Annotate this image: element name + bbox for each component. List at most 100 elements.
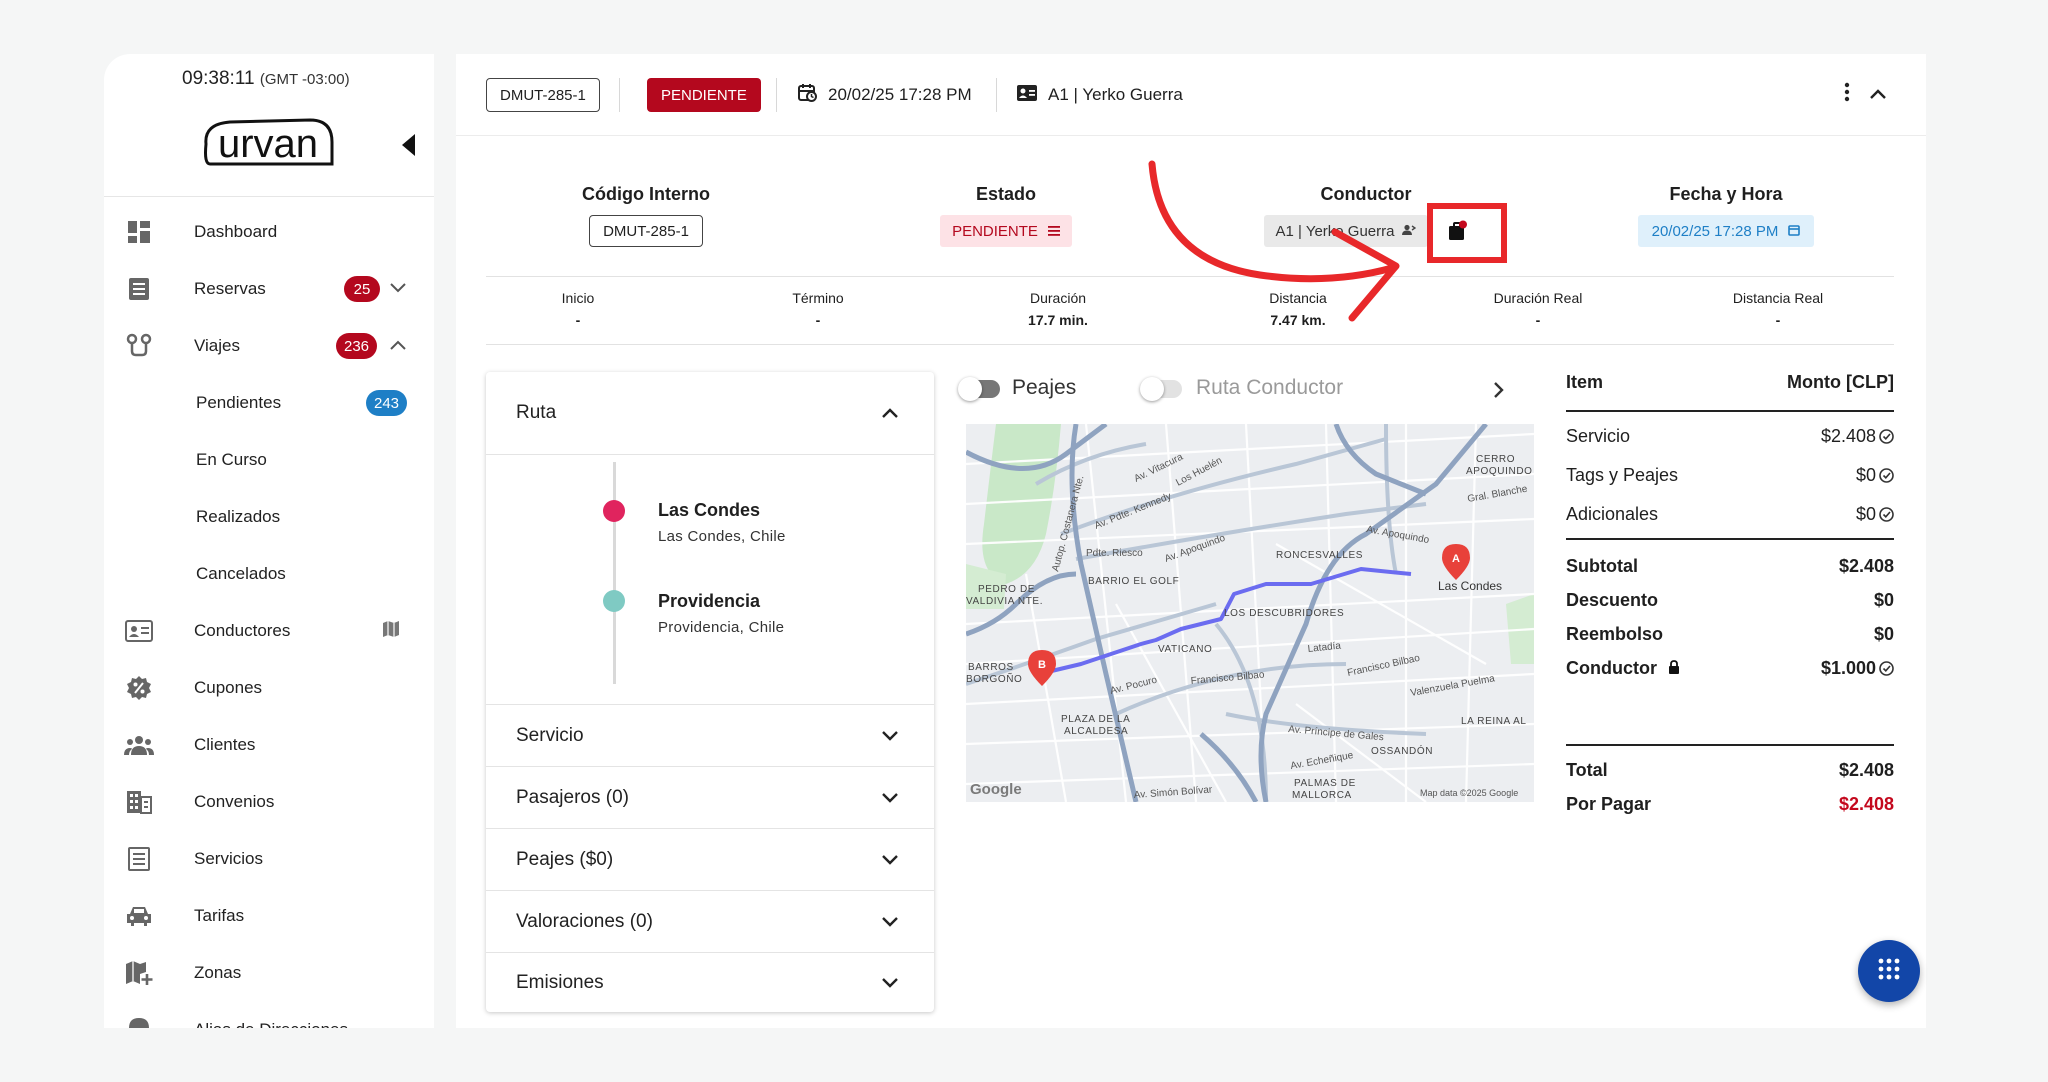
svg-text:A: A <box>1452 553 1460 565</box>
row-value: $0 <box>1873 590 1894 610</box>
sidebar-item-cupones[interactable]: Cupones <box>104 668 434 708</box>
peajes-toggle[interactable] <box>958 377 1000 401</box>
clock-timezone: (GMT -03:00) <box>259 71 350 88</box>
accordion-peajes-header[interactable]: Peajes ($0) <box>486 830 934 890</box>
id-card-icon <box>124 616 154 646</box>
sidebar-item-label: Cancelados <box>196 564 286 583</box>
divider <box>1566 538 1894 540</box>
more-vert-icon[interactable] <box>1844 82 1850 107</box>
chevron-down-icon[interactable] <box>390 280 406 298</box>
sidebar: 09:38:11 (GMT -03:00) urvan Dashboard Re… <box>104 54 434 1028</box>
row-value: $1.000 <box>1820 658 1876 678</box>
sidebar-item-alias[interactable]: Alias de Direcciones <box>104 1010 434 1028</box>
check-circle-icon[interactable] <box>1879 506 1894 527</box>
apps-menu-button[interactable] <box>1858 940 1920 1002</box>
row-label: Tags y Peajes <box>1566 465 1679 485</box>
check-circle-icon[interactable] <box>1879 660 1894 681</box>
codigo-interno-chip[interactable]: DMUT-285-1 <box>589 215 703 247</box>
map-label: VATICANO <box>1158 644 1212 655</box>
accordion-pasajeros-header[interactable]: Pasajeros (0) <box>486 768 934 828</box>
divider <box>486 344 1894 345</box>
people-icon <box>124 730 154 760</box>
sidebar-item-reservas[interactable]: Reservas 25 <box>104 269 434 309</box>
trip-datetime-text: 20/02/25 17:28 PM <box>828 85 972 104</box>
stat-value: 7.47 km. <box>1270 312 1326 328</box>
toggle-knob <box>1140 377 1164 401</box>
map-label: Pdte. Riesco <box>1086 548 1143 559</box>
codigo-interno-field: Código Interno DMUT-285-1 <box>466 184 826 247</box>
monto-header: Monto [CLP] <box>1787 372 1894 392</box>
fecha-hora-field: Fecha y Hora 20/02/25 17:28 PM <box>1546 184 1906 247</box>
map-label: ALCALDESA <box>1064 726 1128 737</box>
sidebar-item-viajes[interactable]: Viajes 236 <box>104 326 434 366</box>
route-map[interactable]: A B Av. Vitacura Los Huelén Av. Pdte. Ke… <box>966 424 1534 802</box>
pin-icon <box>124 1015 154 1028</box>
conductor-chip[interactable]: A1 | Yerko Guerra <box>1263 215 1429 247</box>
assign-driver-icon[interactable] <box>1448 220 1468 242</box>
sidebar-item-realizados[interactable]: Realizados <box>104 497 434 537</box>
sidebar-item-label: Tarifas <box>194 906 245 925</box>
row-label: Subtotal <box>1566 556 1638 576</box>
sidebar-item-clientes[interactable]: Clientes <box>104 725 434 765</box>
sidebar-item-servicios[interactable]: Servicios <box>104 839 434 879</box>
destination-marker <box>603 590 625 612</box>
stat-termino: Término - <box>698 290 938 328</box>
dashboard-icon <box>124 217 154 247</box>
row-value: $2.408 <box>1838 556 1894 576</box>
chevron-down-icon <box>882 849 898 871</box>
trip-code-chip[interactable]: DMUT-285-1 <box>486 78 600 112</box>
building-icon <box>124 787 154 817</box>
sidebar-item-en-curso[interactable]: En Curso <box>104 440 434 480</box>
estado-chip[interactable]: PENDIENTE <box>940 215 1072 247</box>
accordion-servicio-header[interactable]: Servicio <box>486 706 934 766</box>
document-icon <box>124 844 154 874</box>
map-label: PALMAS DE <box>1294 778 1356 789</box>
check-circle-icon[interactable] <box>1879 428 1894 449</box>
accordion-valoraciones-header[interactable]: Valoraciones (0) <box>486 892 934 952</box>
stat-label: Duración Real <box>1493 290 1583 306</box>
stat-duracion-real: Duración Real - <box>1418 290 1658 328</box>
sidebar-item-label: Reservas <box>194 279 266 298</box>
sidebar-item-tarifas[interactable]: Tarifas <box>104 896 434 936</box>
map-copyright: Map data ©2025 Google <box>1420 788 1518 798</box>
sidebar-item-conductores[interactable]: Conductores <box>104 611 434 651</box>
accordion-title: Valoraciones (0) <box>516 911 653 932</box>
chevron-up-icon[interactable] <box>390 337 406 355</box>
sidebar-item-label: Servicios <box>194 849 263 868</box>
sidebar-item-cancelados[interactable]: Cancelados <box>104 554 434 594</box>
divider <box>776 78 777 112</box>
list-icon <box>1047 223 1060 240</box>
accordion-ruta-header[interactable]: Ruta <box>486 372 934 454</box>
urvan-logo[interactable]: urvan <box>200 114 338 177</box>
person-switch-icon[interactable] <box>1402 223 1417 240</box>
chevron-up-icon[interactable] <box>1870 86 1886 104</box>
divider <box>486 890 934 891</box>
sidebar-item-zonas[interactable]: Zonas <box>104 953 434 993</box>
collapse-sidebar-icon[interactable] <box>402 134 416 161</box>
map-label: PEDRO DE <box>978 584 1035 595</box>
map-icon[interactable] <box>382 620 400 643</box>
map-label: BARRIO EL GOLF <box>1088 576 1179 587</box>
sidebar-item-label: Convenios <box>194 792 275 811</box>
chevron-right-icon[interactable] <box>1494 382 1504 403</box>
chevron-up-icon <box>882 402 898 424</box>
field-title: Código Interno <box>582 184 710 204</box>
route-timeline <box>613 462 616 684</box>
sidebar-item-dashboard[interactable]: Dashboard <box>104 212 434 252</box>
status-button[interactable]: PENDIENTE <box>647 78 761 112</box>
ruta-conductor-toggle[interactable] <box>1140 377 1182 401</box>
stat-distancia-real: Distancia Real - <box>1658 290 1898 328</box>
trip-datetime: 20/02/25 17:28 PM <box>798 78 972 112</box>
row-value: $0 <box>1855 504 1876 524</box>
check-circle-icon[interactable] <box>1879 467 1894 488</box>
sidebar-item-pendientes[interactable]: Pendientes 243 <box>104 383 434 423</box>
header-actions <box>1844 82 1886 107</box>
map-label: LOS DESCUBRIDORES <box>1224 608 1344 619</box>
accordion-emisiones-header[interactable]: Emisiones <box>486 954 934 1012</box>
lock-icon <box>1668 658 1680 678</box>
map-label: MALLORCA <box>1292 790 1352 801</box>
fecha-hora-chip[interactable]: 20/02/25 17:28 PM <box>1637 215 1815 247</box>
calendar-clock-icon <box>798 83 818 108</box>
layout-gutter <box>434 54 456 1028</box>
sidebar-item-convenios[interactable]: Convenios <box>104 782 434 822</box>
